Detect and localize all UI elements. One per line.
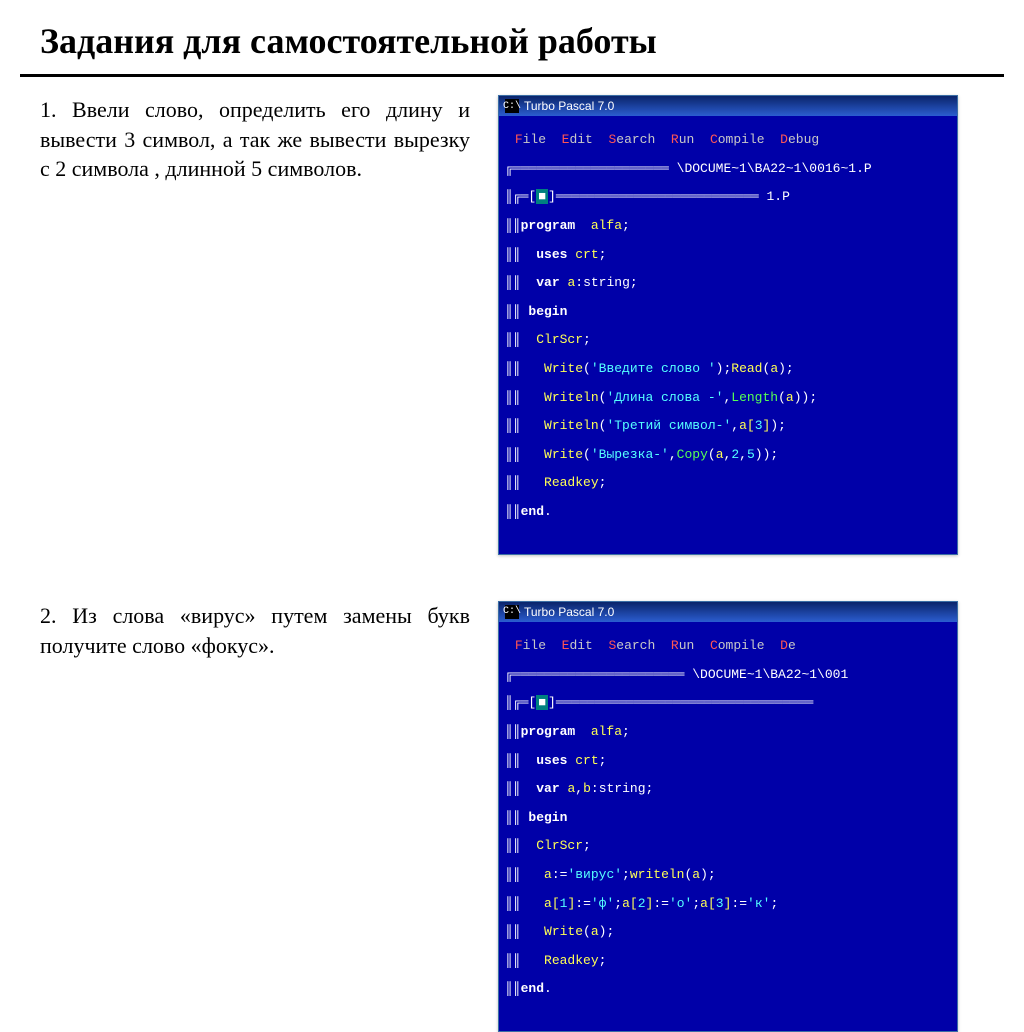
window-body: File Edit Search Run Compile De ╔═══════… bbox=[499, 622, 957, 1031]
window-body: File Edit Search Run Compile Debug ╔════… bbox=[499, 116, 957, 554]
turbo-pascal-window-1: C:\ Turbo Pascal 7.0 File Edit Search Ru… bbox=[498, 95, 958, 555]
task-row-2: 2. Из слова «вирус» путем замены букв по… bbox=[0, 601, 1024, 1032]
window-title: Turbo Pascal 7.0 bbox=[524, 605, 614, 619]
window-title: Turbo Pascal 7.0 bbox=[524, 99, 614, 113]
turbo-pascal-window-2: C:\ Turbo Pascal 7.0 File Edit Search Ru… bbox=[498, 601, 958, 1032]
task-2-text: 2. Из слова «вирус» путем замены букв по… bbox=[40, 601, 470, 660]
divider bbox=[20, 74, 1004, 77]
slide-title: Задания для самостоятельной работы bbox=[0, 0, 1024, 74]
task-row-1: 1. Ввели слово, определить его длину и в… bbox=[0, 95, 1024, 555]
window-titlebar: C:\ Turbo Pascal 7.0 bbox=[499, 96, 957, 116]
dos-icon: C:\ bbox=[505, 605, 519, 619]
dos-icon: C:\ bbox=[505, 99, 519, 113]
task-1-text: 1. Ввели слово, определить его длину и в… bbox=[40, 95, 470, 184]
window-titlebar: C:\ Turbo Pascal 7.0 bbox=[499, 602, 957, 622]
